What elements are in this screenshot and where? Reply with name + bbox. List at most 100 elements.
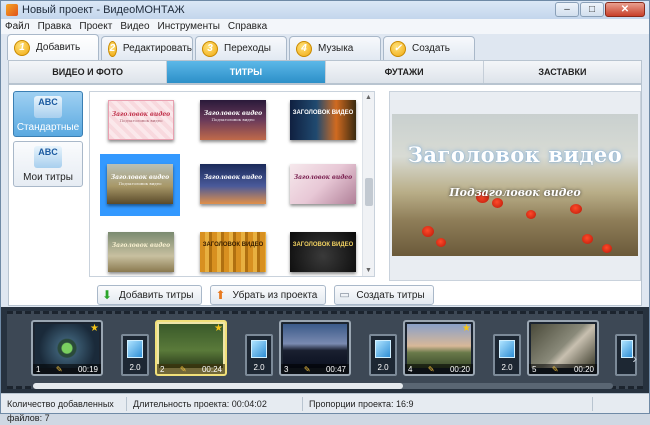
- status-bar: Количество добавленных файлов: 7 Длитель…: [1, 393, 649, 423]
- clip-duration: 00:19: [77, 364, 98, 374]
- title-category-nav: ABC Стандартные ABC Мои титры: [13, 91, 85, 191]
- edit-pencil-icon[interactable]: ✎: [56, 365, 63, 374]
- step-transitions[interactable]: 3 Переходы: [195, 36, 287, 60]
- clip-index: 2: [160, 364, 165, 374]
- menu-video[interactable]: Видео: [120, 21, 149, 32]
- tab-footage[interactable]: ФУТАЖИ: [326, 61, 484, 83]
- preview-subtitle: Подзаголовок видео: [449, 186, 581, 199]
- abc-user-icon: ABC: [34, 146, 62, 168]
- menu-help[interactable]: Справка: [228, 21, 267, 32]
- timeline-clip[interactable]: ★ 2 ✎ 00:24: [155, 320, 227, 376]
- timeline-clip[interactable]: ★ 1 ✎ 00:19: [31, 320, 103, 376]
- scroll-up-icon[interactable]: ▲: [365, 94, 372, 101]
- edit-pencil-icon[interactable]: ✎: [428, 365, 435, 374]
- step-label: Музыка: [318, 43, 354, 54]
- tab-video-photo[interactable]: ВИДЕО И ФОТО: [9, 61, 168, 83]
- timeline: ★ 1 ✎ 00:19 2.0 ★ 2 ✎ 00:24 2.0 3 ✎ 00:47: [1, 307, 649, 393]
- clip-duration: 00:20: [573, 364, 594, 374]
- transition-icon: [251, 340, 267, 358]
- title-template-thumb[interactable]: Заголовок видео Подзаголовок видео: [107, 164, 173, 204]
- title-template-thumb[interactable]: ЗАГОЛОВОК ВИДЕО: [290, 100, 356, 140]
- timeline-scrollbar[interactable]: [33, 383, 613, 389]
- button-label: Убрать из проекта: [232, 289, 318, 301]
- step-add[interactable]: 1 Добавить: [7, 34, 99, 60]
- status-duration: Длительность проекта: 00:04:02: [127, 396, 303, 411]
- menu-edit[interactable]: Правка: [38, 21, 72, 32]
- timeline-transition[interactable]: 2.0: [493, 334, 521, 376]
- timeline-clip[interactable]: 5 ✎ 00:20: [527, 320, 599, 376]
- status-aspect: Пропорции проекта: 16:9: [303, 396, 593, 411]
- step-label: Переходы: [224, 43, 271, 54]
- edit-pencil-icon[interactable]: ✎: [180, 365, 187, 374]
- star-icon[interactable]: ★: [214, 323, 223, 334]
- step-music[interactable]: 4 Музыка: [289, 36, 381, 60]
- title-template-thumb[interactable]: Заголовок видео: [290, 164, 356, 204]
- timeline-transition[interactable]: 2.0: [121, 334, 149, 376]
- timeline-clip[interactable]: ★ 4 ✎ 00:20: [403, 320, 475, 376]
- timeline-clip[interactable]: 3 ✎ 00:47: [279, 320, 351, 376]
- timeline-next-arrow-icon[interactable]: ›: [632, 350, 637, 366]
- clip-index: 4: [408, 364, 413, 374]
- button-label: Добавить титры: [119, 289, 194, 301]
- scrollbar-thumb[interactable]: [33, 383, 403, 389]
- transition-duration: 2.0: [253, 363, 265, 372]
- step-label: Создать: [412, 43, 451, 54]
- arrow-down-icon: ⬇: [102, 288, 113, 302]
- gallery-scrollbar[interactable]: ▲ ▼: [362, 92, 374, 276]
- scrollbar-thumb[interactable]: [365, 178, 373, 206]
- minimize-button[interactable]: –: [555, 2, 579, 17]
- scroll-down-icon[interactable]: ▼: [365, 267, 372, 274]
- edit-pencil-icon[interactable]: ✎: [552, 365, 559, 374]
- step-label: Редактировать: [122, 43, 192, 54]
- title-template-thumb[interactable]: Заголовок видео: [200, 164, 266, 204]
- menu-project[interactable]: Проект: [79, 21, 112, 32]
- timeline-transition[interactable]: 2.0: [245, 334, 273, 376]
- tab-titles[interactable]: ТИТРЫ: [167, 61, 326, 83]
- transition-icon: [621, 340, 633, 358]
- title-template-thumb[interactable]: ЗАГОЛОВОК ВИДЕО: [290, 232, 356, 272]
- category-my-titles[interactable]: ABC Мои титры: [13, 141, 83, 187]
- close-button[interactable]: ✕: [605, 2, 645, 17]
- create-titles-button[interactable]: ▭ Создать титры: [334, 285, 434, 305]
- title-actions: ⬇ Добавить титры ⬆ Убрать из проекта ▭ С…: [97, 285, 434, 305]
- app-icon: [6, 4, 18, 16]
- transition-icon: [375, 340, 391, 358]
- step-number-badge: 1: [14, 39, 30, 56]
- step-number-badge: 4: [296, 40, 312, 57]
- star-icon[interactable]: ★: [90, 323, 99, 334]
- step-create[interactable]: ✓ Создать: [383, 36, 475, 60]
- title-template-thumb[interactable]: ЗАГОЛОВОК ВИДЕО: [200, 232, 266, 272]
- step-tabs: 1 Добавить 2 Редактировать 3 Переходы 4 …: [1, 34, 649, 60]
- title-preview: Заголовок видео Подзаголовок видео: [389, 91, 641, 281]
- transition-duration: 2.0: [129, 363, 141, 372]
- menu-tools[interactable]: Инструменты: [158, 21, 220, 32]
- clip-index: 5: [532, 364, 537, 374]
- menu-file[interactable]: Файл: [5, 21, 30, 32]
- title-template-thumb[interactable]: Заголовок видео: [108, 232, 174, 272]
- edit-pencil-icon[interactable]: ✎: [304, 365, 311, 374]
- tab-intros[interactable]: ЗАСТАВКИ: [484, 61, 641, 83]
- status-file-count: Количество добавленных файлов: 7: [1, 396, 127, 423]
- category-label: Мои титры: [23, 172, 73, 183]
- step-number-badge: 3: [202, 40, 218, 57]
- button-label: Создать титры: [356, 289, 425, 301]
- checkmark-icon: ✓: [390, 40, 406, 57]
- remove-from-project-button[interactable]: ⬆ Убрать из проекта: [210, 285, 327, 305]
- star-icon[interactable]: ★: [462, 323, 471, 334]
- step-label: Добавить: [36, 42, 81, 53]
- step-edit[interactable]: 2 Редактировать: [101, 36, 193, 60]
- clip-thumbnail: [283, 324, 347, 368]
- title-bar: Новый проект - ВидеоМОНТАЖ – □ ✕: [1, 1, 649, 19]
- add-titles-button[interactable]: ⬇ Добавить титры: [97, 285, 203, 305]
- timeline-transition[interactable]: 2.0: [369, 334, 397, 376]
- transition-duration: 2.0: [501, 363, 513, 372]
- clip-index: 3: [284, 364, 289, 374]
- transition-icon: [499, 340, 515, 358]
- sub-tabs: ВИДЕО И ФОТО ТИТРЫ ФУТАЖИ ЗАСТАВКИ: [8, 60, 642, 84]
- maximize-button[interactable]: □: [580, 2, 604, 17]
- title-template-thumb[interactable]: Заголовок видео Подзаголовок видео: [200, 100, 266, 140]
- category-label: Стандартные: [16, 122, 80, 133]
- title-template-thumb[interactable]: Заголовок видео Подзаголовок видео: [108, 100, 174, 140]
- preview-title: Заголовок видео: [407, 142, 623, 167]
- category-standard[interactable]: ABC Стандартные: [13, 91, 83, 137]
